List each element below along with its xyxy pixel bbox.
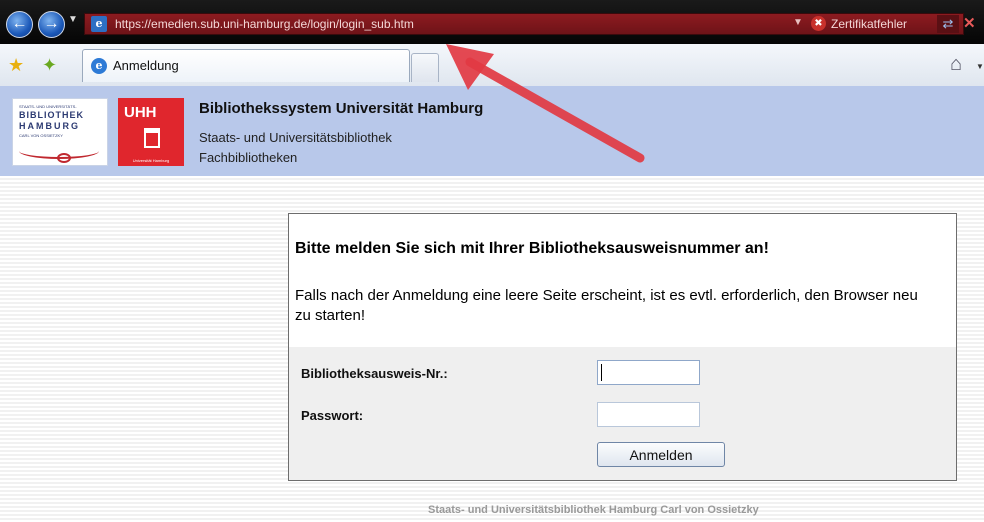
add-favorites-icon[interactable]: ✦ bbox=[42, 55, 57, 76]
page-favicon-icon: e bbox=[91, 16, 107, 32]
logo-line-hamburg: HAMBURG bbox=[19, 121, 80, 131]
login-button[interactable]: Anmelden bbox=[597, 442, 725, 467]
uhh-caption: Universität Hamburg bbox=[132, 158, 170, 163]
logo-line-bibliothek: BIBLIOTHEK bbox=[19, 110, 84, 120]
sub-library-logo[interactable]: STAATS- UND UNIVERSITÄTS- BIBLIOTHEK HAM… bbox=[12, 98, 108, 166]
star-icon[interactable]: ★ bbox=[8, 55, 24, 76]
address-bar: ← → ▼ e https://emedien.sub.uni-hamburg.… bbox=[0, 0, 984, 44]
page-title: Bibliothekssystem Universität Hamburg bbox=[199, 100, 484, 117]
certificate-error-label[interactable]: Zertifikatfehler bbox=[831, 17, 907, 31]
home-icon[interactable]: ⌂ bbox=[950, 53, 962, 76]
header-subtitle-fachbibliotheken: Fachbibliotheken bbox=[199, 150, 298, 165]
login-box: Bitte melden Sie sich mit Ihrer Biblioth… bbox=[288, 213, 957, 481]
logo-small-text: STAATS- UND UNIVERSITÄTS- bbox=[19, 104, 77, 109]
certificate-error-icon[interactable]: ✖ bbox=[811, 16, 826, 31]
card-number-label: Bibliotheksausweis-Nr.: bbox=[301, 366, 448, 381]
tab-bar: ★ ✦ e Anmeldung ⌂ ▼ bbox=[0, 44, 984, 87]
home-dropdown-icon[interactable]: ▼ bbox=[976, 62, 984, 71]
compatibility-view-icon[interactable]: ⇄ bbox=[937, 15, 959, 33]
back-arrow-icon[interactable]: ← bbox=[6, 11, 33, 38]
password-input[interactable] bbox=[597, 402, 700, 427]
card-number-input[interactable] bbox=[597, 360, 700, 385]
new-tab-button[interactable] bbox=[411, 53, 439, 82]
page-body: Bitte melden Sie sich mit Ihrer Biblioth… bbox=[0, 176, 984, 522]
logo-line-ossietzky: CARL VON OSSIETZKY bbox=[19, 133, 63, 138]
url-field[interactable]: e https://emedien.sub.uni-hamburg.de/log… bbox=[84, 13, 976, 35]
text-caret bbox=[601, 364, 602, 381]
ie-page-icon: e bbox=[91, 58, 107, 74]
login-heading: Bitte melden Sie sich mit Ihrer Biblioth… bbox=[295, 240, 769, 257]
castle-icon bbox=[144, 128, 160, 148]
footer-text: Staats- und Universitätsbibliothek Hambu… bbox=[428, 504, 759, 516]
uhh-mark: UHH bbox=[124, 104, 157, 121]
history-dropdown-icon[interactable]: ▼ bbox=[68, 14, 78, 25]
password-label: Passwort: bbox=[301, 408, 364, 423]
header-subtitle-sub: Staats- und Universitätsbibliothek bbox=[199, 130, 392, 145]
forward-arrow-icon[interactable]: → bbox=[38, 11, 65, 38]
tab-label: Anmeldung bbox=[113, 58, 179, 73]
uhh-logo[interactable]: UHH Universität Hamburg bbox=[118, 98, 184, 166]
login-form: Bibliotheksausweis-Nr.: Passwort: Anmeld… bbox=[289, 347, 956, 480]
tab-anmeldung[interactable]: e Anmeldung bbox=[82, 49, 410, 82]
library-header: STAATS- UND UNIVERSITÄTS- BIBLIOTHEK HAM… bbox=[0, 86, 984, 176]
url-text[interactable]: https://emedien.sub.uni-hamburg.de/login… bbox=[115, 17, 414, 31]
logo-ring bbox=[57, 153, 71, 163]
url-dropdown-icon[interactable]: ▼ bbox=[793, 17, 803, 28]
login-notice: Falls nach der Anmeldung eine leere Seit… bbox=[295, 287, 918, 324]
stop-icon[interactable]: ✕ bbox=[963, 15, 979, 33]
